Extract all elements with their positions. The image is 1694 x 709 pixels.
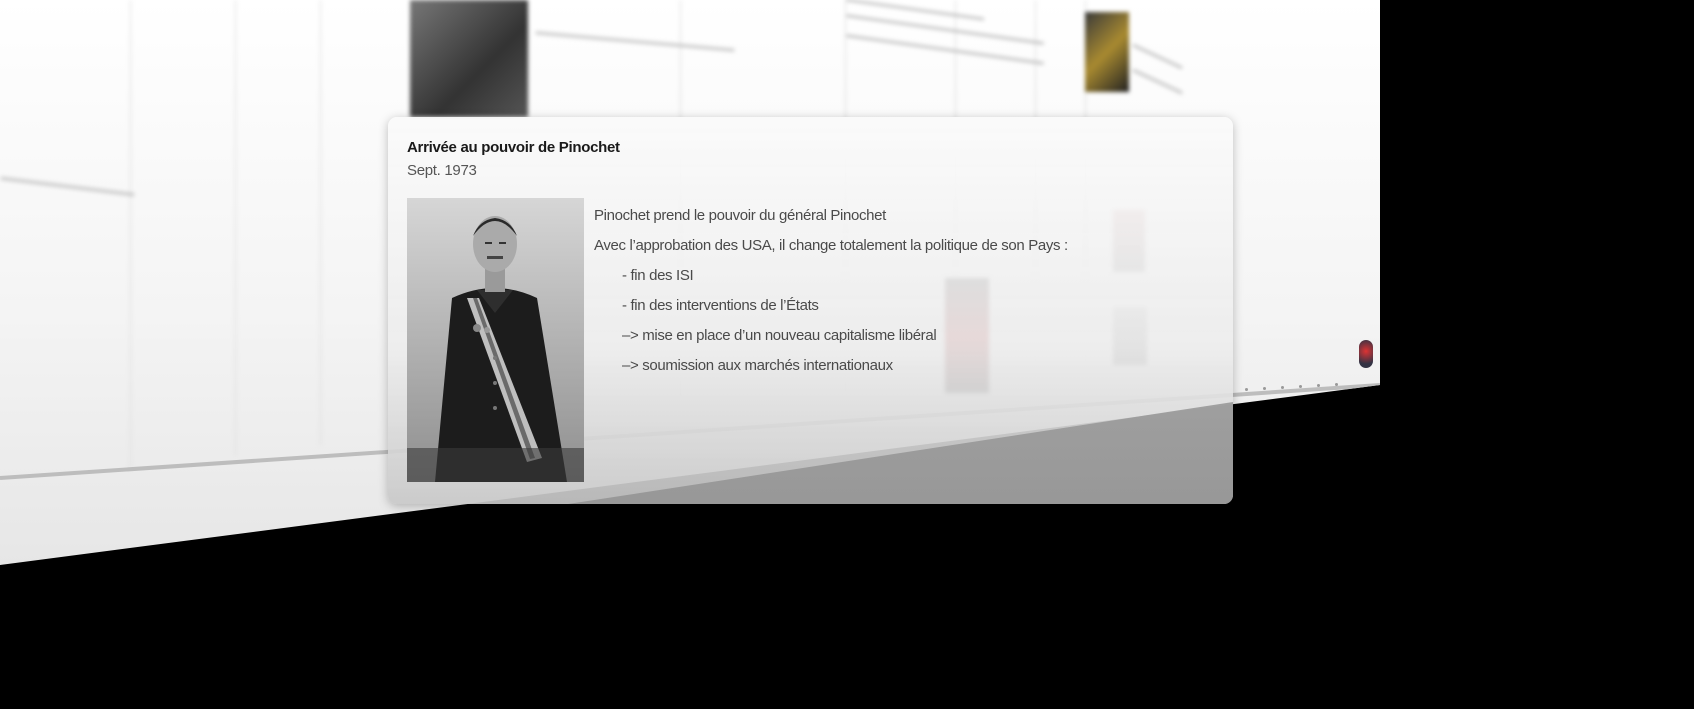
blurred-text — [1131, 43, 1184, 70]
event-detail-card: Arrivée au pouvoir de Pinochet Sept. 197… — [388, 117, 1233, 504]
timeline-tick — [1317, 384, 1320, 387]
bullet-item: –> soumission aux marchés internationaux — [622, 357, 893, 374]
timeline-gridline — [320, 0, 321, 445]
timeline-tick — [1245, 388, 1248, 391]
timeline-gridline — [130, 0, 131, 470]
timeline-tick — [1299, 385, 1302, 388]
bullet-item: - fin des interventions de l’États — [622, 297, 819, 314]
timeline-event-thumbnail[interactable] — [410, 0, 528, 117]
blurred-text — [535, 31, 735, 52]
timeline-event-thumbnail[interactable] — [1085, 12, 1129, 92]
timeline-gridline — [235, 0, 236, 455]
blurred-text — [1131, 68, 1184, 95]
timeline-view: Arrivée au pouvoir de Pinochet Sept. 197… — [0, 0, 1694, 709]
timeline-tick — [1335, 383, 1338, 386]
timeline-tick — [1281, 386, 1284, 389]
event-date: Sept. 1973 — [407, 162, 477, 179]
event-description: Pinochet prend le pouvoir du général Pin… — [594, 201, 1214, 381]
description-line: Avec l’approbation des USA, il change to… — [594, 237, 1068, 254]
bullet-item: - fin des ISI — [622, 267, 694, 284]
timeline-marker-icon[interactable] — [1359, 340, 1373, 368]
event-portrait-image — [407, 198, 584, 482]
portrait-photo — [407, 198, 584, 482]
bullet-item: –> mise en place d’un nouveau capitalism… — [622, 327, 937, 344]
event-title: Arrivée au pouvoir de Pinochet — [407, 139, 620, 156]
timeline-tick — [1263, 387, 1266, 390]
description-line: Pinochet prend le pouvoir du général Pin… — [594, 207, 886, 224]
blurred-text — [0, 176, 135, 197]
